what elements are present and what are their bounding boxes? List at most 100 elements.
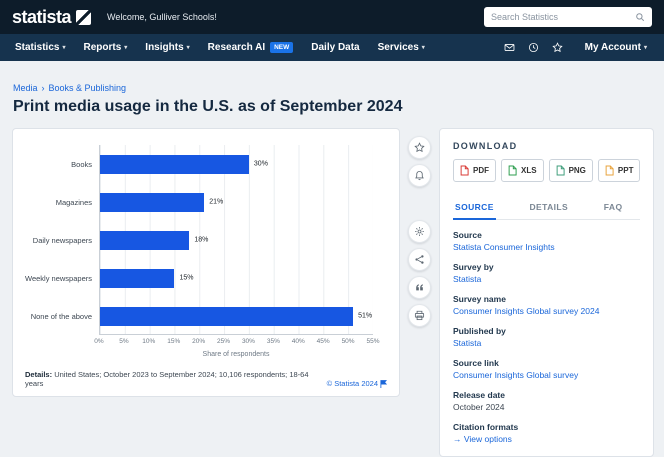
chart-footer: Details: United States; October 2023 to … xyxy=(23,370,389,388)
download-png-button[interactable]: PNG xyxy=(548,159,593,182)
share-button[interactable] xyxy=(408,248,431,271)
my-account-menu[interactable]: My Account ▾ xyxy=(576,42,656,53)
favorite-button[interactable] xyxy=(408,136,431,159)
x-axis-ticks: 0% 5% 10% 15% 20% 25% 30% 35% 40% 45% 50% 55% xyxy=(94,338,379,348)
bar-daily-newspapers[interactable] xyxy=(100,230,190,250)
chevron-down-icon: ▾ xyxy=(124,45,128,51)
download-heading: DOWNLOAD xyxy=(453,141,518,151)
tab-faq[interactable]: FAQ xyxy=(602,196,625,220)
field-label: Source xyxy=(453,230,482,240)
print-button[interactable] xyxy=(408,304,431,327)
favorites-icon[interactable] xyxy=(552,42,563,53)
field-label: Release date xyxy=(453,390,505,400)
alerts-button[interactable] xyxy=(408,164,431,187)
field-label: Citation formats xyxy=(453,422,519,432)
chevron-down-icon: ▾ xyxy=(643,45,647,51)
nav-item-insights[interactable]: Insights ▾ xyxy=(136,34,198,61)
print-icon xyxy=(414,310,425,321)
field-label: Survey by xyxy=(453,262,494,272)
field-label: Source link xyxy=(453,358,499,368)
breadcrumb-link-media[interactable]: Media xyxy=(13,83,38,93)
contact-icon[interactable] xyxy=(504,42,515,53)
my-account-label: My Account xyxy=(584,42,641,53)
bell-icon xyxy=(414,170,425,181)
field-value[interactable]: Consumer Insights Global survey xyxy=(453,370,640,380)
download-button-label: PDF xyxy=(473,166,489,175)
star-icon xyxy=(414,142,425,153)
x-tick-label: 40% xyxy=(291,338,305,345)
nav-item-research-ai[interactable]: Research AI NEW xyxy=(199,34,303,61)
nav-item-statistics[interactable]: Statistics ▾ xyxy=(6,34,74,61)
x-axis-title: Share of respondents xyxy=(202,351,270,358)
x-tick-label: 20% xyxy=(192,338,206,345)
field-value[interactable]: Statista xyxy=(453,274,640,284)
search-icon[interactable] xyxy=(635,12,645,22)
breadcrumb-link-books-publishing[interactable]: Books & Publishing xyxy=(49,83,127,93)
panel-tabs: SOURCE DETAILS FAQ xyxy=(453,196,641,220)
download-ppt-button[interactable]: PPT xyxy=(597,159,641,182)
nav-item-label: Statistics xyxy=(15,42,60,53)
value-label: 21% xyxy=(209,198,224,206)
category-label: Daily newspapers xyxy=(32,235,92,245)
chevron-down-icon: ▾ xyxy=(421,45,425,51)
main-nav: Statistics ▾ Reports ▾ Insights ▾ Research AI N… xyxy=(0,34,664,61)
nav-item-label: Insights xyxy=(145,42,184,53)
statista-copyright-link[interactable]: © Statista 2024 xyxy=(327,379,387,388)
field-citation-formats: Citation formats → View options xyxy=(453,422,640,444)
bar-weekly-newspapers[interactable] xyxy=(100,268,175,288)
category-axis: Books Magazines Daily newspapers Weekly new… xyxy=(23,145,99,358)
field-survey-name: Survey name Consumer Insights Global surv… xyxy=(453,294,640,316)
main-content: Media › Books & Publishing Print media u… xyxy=(0,61,664,457)
bar-row: 18% xyxy=(100,221,373,259)
value-label: 18% xyxy=(194,236,209,244)
x-tick-label: 25% xyxy=(217,338,231,345)
tab-source[interactable]: SOURCE xyxy=(453,196,496,220)
download-button-label: XLS xyxy=(521,166,537,175)
bar-row: 21% xyxy=(100,183,373,221)
settings-button[interactable] xyxy=(408,220,431,243)
category-label: Books xyxy=(71,159,92,169)
download-pdf-button[interactable]: PDF xyxy=(453,159,496,182)
search-input[interactable] xyxy=(491,12,635,22)
field-release-date: Release date October 2024 xyxy=(453,390,640,412)
value-label: 15% xyxy=(179,274,194,282)
x-tick-label: 55% xyxy=(366,338,380,345)
bar-magazines[interactable] xyxy=(100,192,205,212)
recently-viewed-icon[interactable] xyxy=(528,42,539,53)
nav-item-reports[interactable]: Reports ▾ xyxy=(74,34,136,61)
field-value[interactable]: Statista xyxy=(453,338,640,348)
welcome-text: Welcome, Gulliver Schools! xyxy=(107,12,217,22)
field-survey-by: Survey by Statista xyxy=(453,262,640,284)
source-fields: Source Statista Consumer Insights Survey b… xyxy=(453,230,640,444)
nav-item-label: Research AI xyxy=(207,42,266,53)
chevron-down-icon: ▾ xyxy=(62,45,66,51)
download-xls-button[interactable]: XLS xyxy=(501,159,544,182)
x-tick-label: 10% xyxy=(142,338,156,345)
file-png-icon xyxy=(556,165,565,176)
field-value[interactable]: Consumer Insights Global survey 2024 xyxy=(453,306,640,316)
breadcrumb: Media › Books & Publishing xyxy=(13,83,651,93)
cite-button[interactable] xyxy=(408,276,431,299)
bar-row: 51% xyxy=(100,297,373,335)
tab-details[interactable]: DETAILS xyxy=(528,196,571,220)
chart-actions-rail xyxy=(408,128,431,327)
breadcrumb-separator: › xyxy=(41,83,45,93)
bar-none-of-the-above[interactable] xyxy=(100,306,354,326)
value-label: 51% xyxy=(358,312,373,320)
category-label: Weekly newspapers xyxy=(25,273,92,283)
nav-item-daily-data[interactable]: Daily Data xyxy=(302,34,368,61)
download-buttons: PDF XLS PNG PPT xyxy=(453,159,641,182)
field-value[interactable]: Statista Consumer Insights xyxy=(453,242,640,252)
category-label: Magazines xyxy=(55,197,92,207)
page-title: Print media usage in the U.S. as of Sept… xyxy=(13,98,403,115)
search-box[interactable] xyxy=(484,7,652,27)
chart-card: Books Magazines Daily newspapers Weekly new… xyxy=(12,128,400,397)
bar-books[interactable] xyxy=(100,154,249,174)
plot-area: 30% 21% 18% 15% 51% 0% 5% 10% 15% 20% 25% 30% 35% 40… xyxy=(94,145,380,358)
statista-logo[interactable]: statista xyxy=(12,8,92,26)
field-label: Survey name xyxy=(453,294,506,304)
nav-item-services[interactable]: Services ▾ xyxy=(369,34,434,61)
category-label: None of the above xyxy=(30,311,92,321)
download-button-label: PNG xyxy=(568,166,586,175)
field-value[interactable]: → View options xyxy=(453,434,640,444)
